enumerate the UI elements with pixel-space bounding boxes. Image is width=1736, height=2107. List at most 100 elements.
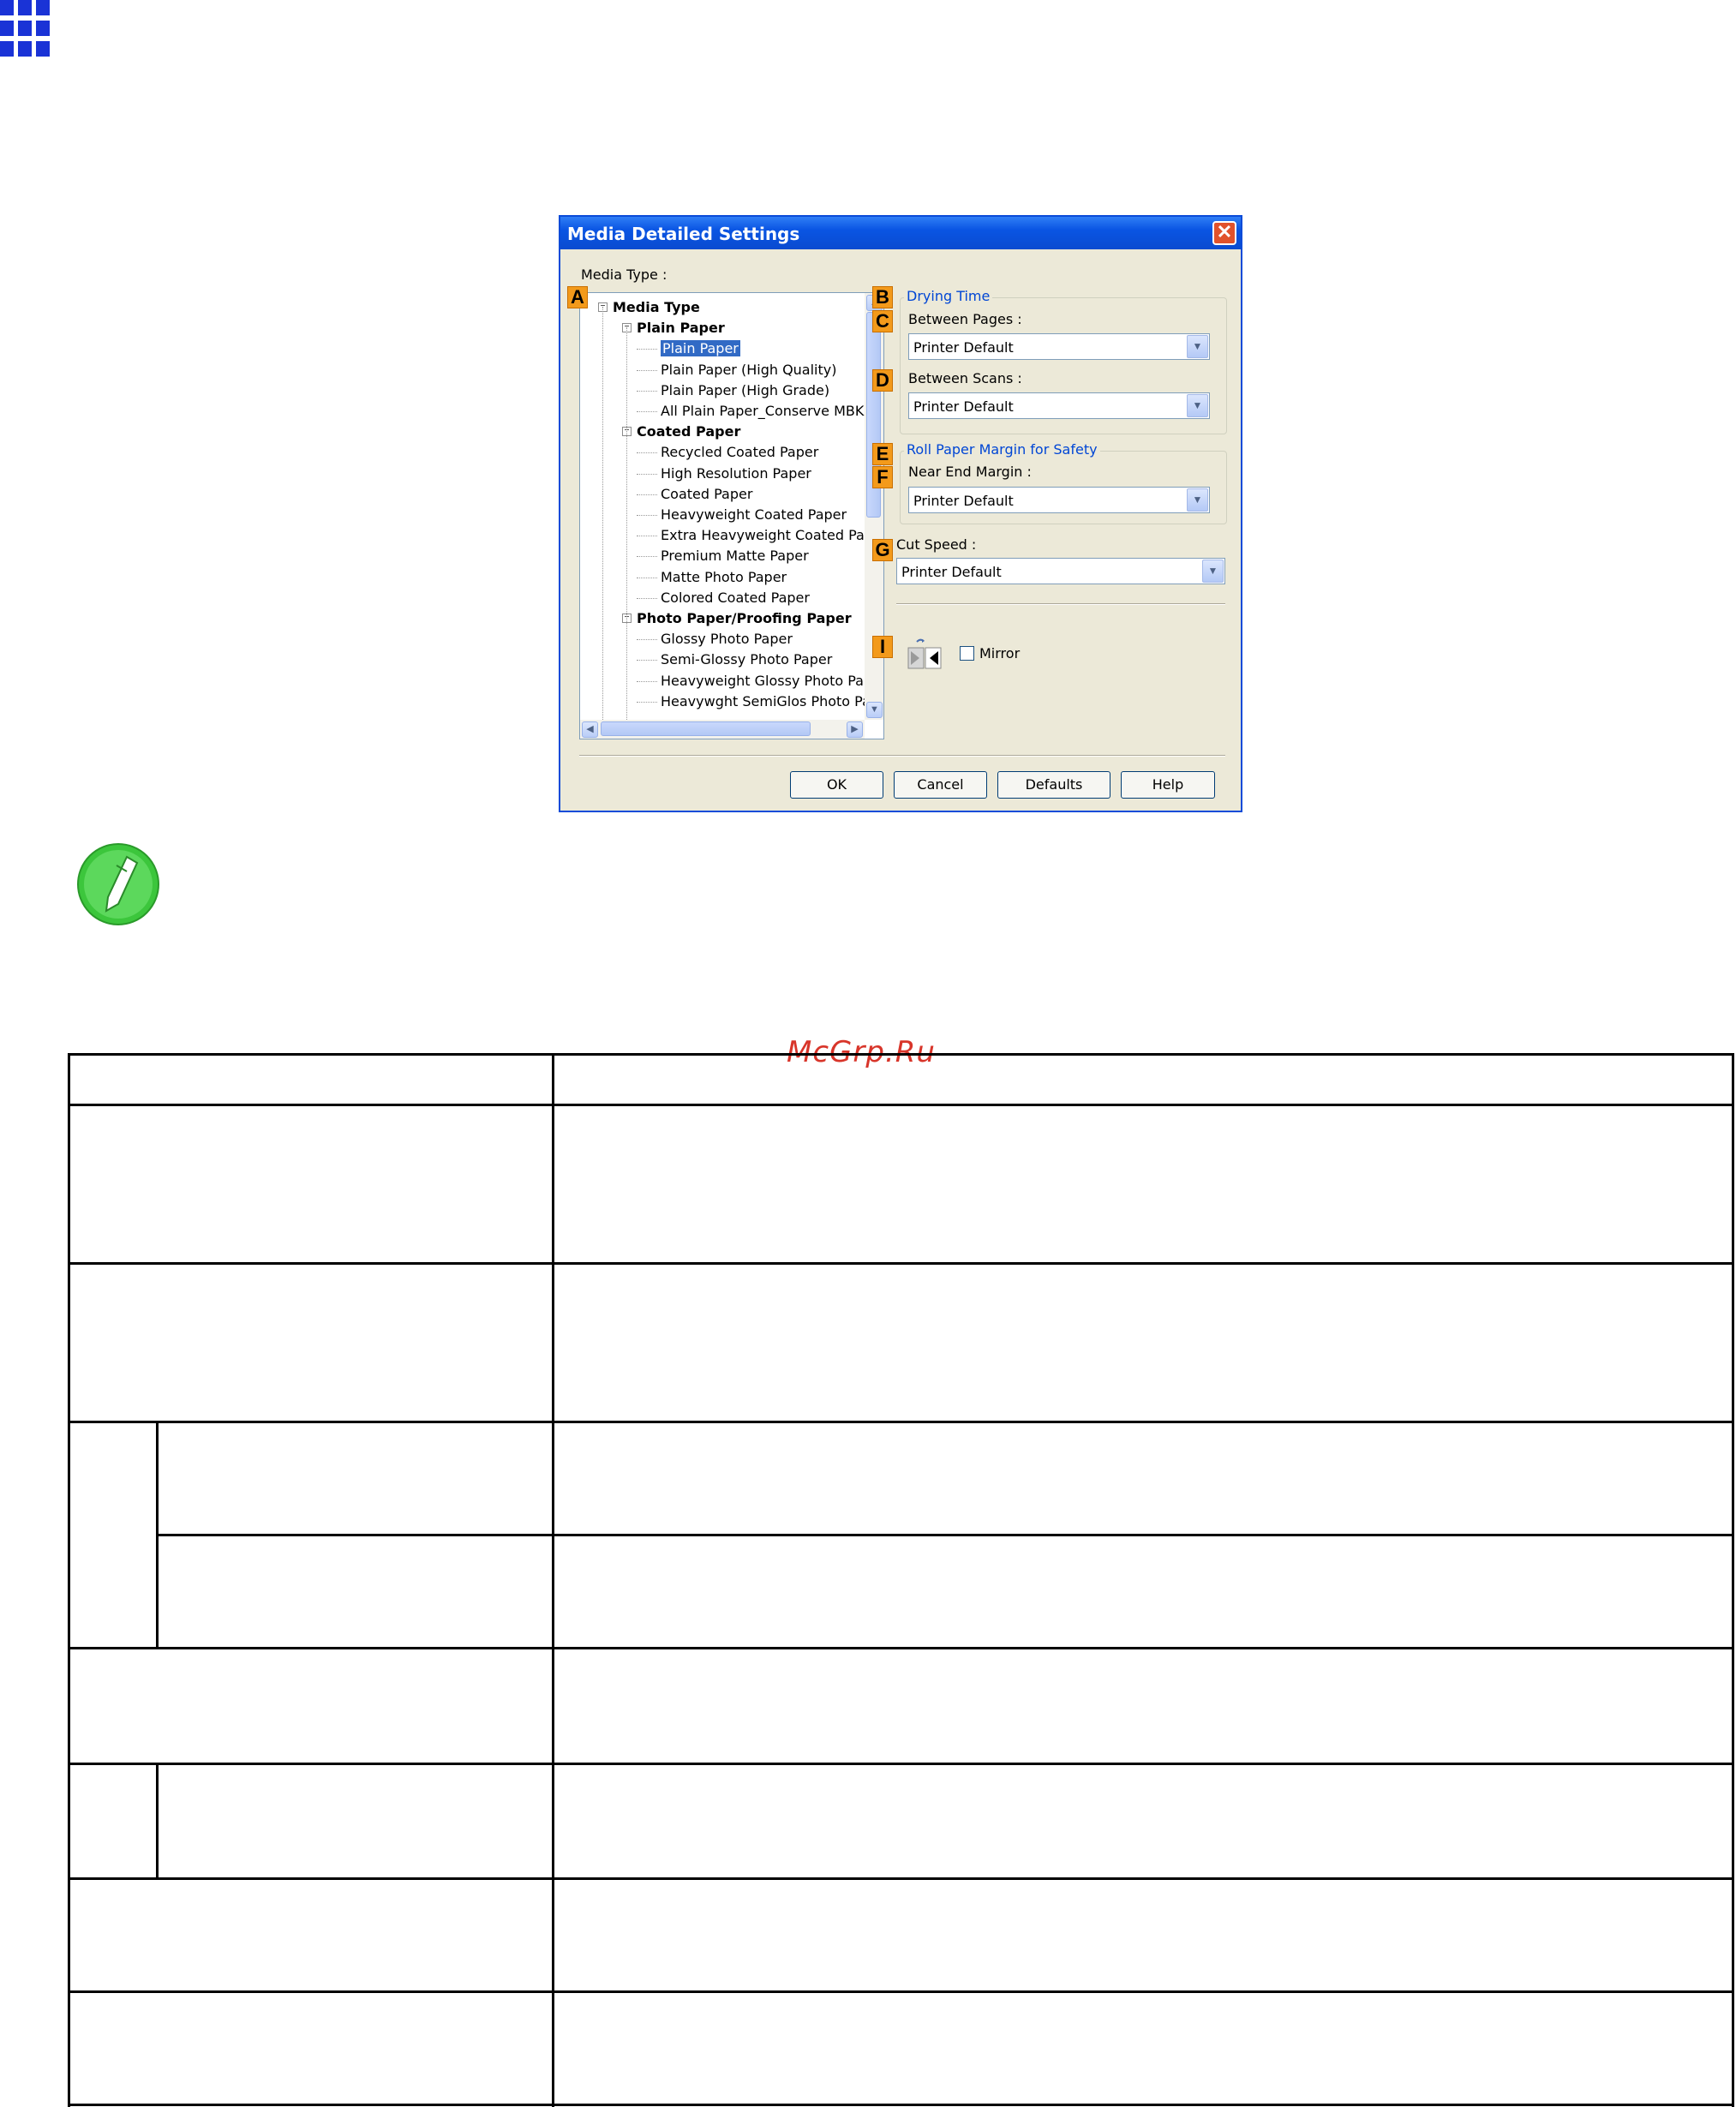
tree-item[interactable]: Photo Paper/Proofing Paper: [637, 610, 852, 626]
tree-connector: [637, 701, 657, 703]
dialog-title: Media Detailed Settings: [567, 224, 800, 244]
tree-connector: [626, 327, 627, 739]
table-row-divider: [68, 1104, 1734, 1106]
table-row-divider: [68, 1877, 1734, 1880]
tree-item[interactable]: Extra Heavyweight Coated Pape: [661, 527, 882, 543]
table-row-divider: [68, 1053, 1734, 1056]
tree-item[interactable]: All Plain Paper_Conserve MBK: [661, 403, 864, 419]
chevron-down-icon[interactable]: ▼: [1187, 394, 1208, 417]
media-type-tree[interactable]: − Media Type − Plain Paper Plain Paper Plain …: [579, 292, 884, 739]
tree-connector: [637, 597, 657, 599]
tree-connector: [637, 390, 657, 392]
tree-item[interactable]: Plain Paper (High Grade): [661, 382, 829, 398]
chevron-down-icon[interactable]: ▼: [1202, 560, 1224, 583]
mirror-icon: [907, 638, 942, 669]
tree-connector: [637, 452, 657, 454]
table-row-divider: [68, 1763, 1734, 1765]
tree-connector: [637, 515, 657, 516]
badge-d: D: [872, 369, 893, 392]
tree-connector: [637, 411, 657, 412]
table-row-divider: [156, 1534, 1734, 1536]
separator: [579, 755, 1225, 757]
between-pages-label: Between Pages :: [908, 311, 1022, 327]
table-row-divider: [68, 2104, 1734, 2106]
close-icon: ✕: [1216, 221, 1233, 242]
between-pages-value: Printer Default: [913, 339, 1014, 356]
near-end-margin-value: Printer Default: [913, 493, 1014, 509]
tree-horizontal-thumb[interactable]: [601, 721, 811, 736]
tree-connector: [637, 494, 657, 495]
badge-f: F: [872, 466, 893, 488]
cut-speed-value: Printer Default: [901, 564, 1002, 580]
chevron-down-icon[interactable]: ▼: [1187, 488, 1208, 512]
note-pencil-icon: [77, 843, 159, 925]
tree-connector: [637, 349, 657, 350]
tree-connector: [637, 680, 657, 682]
tree-item[interactable]: Coated Paper: [661, 486, 752, 502]
near-end-margin-label: Near End Margin :: [908, 464, 1032, 480]
ok-button[interactable]: OK: [790, 771, 883, 799]
tree-item[interactable]: Colored Coated Paper: [661, 590, 810, 606]
tree-item[interactable]: Plain Paper: [661, 340, 740, 357]
between-scans-select[interactable]: Printer Default ▼: [908, 392, 1210, 419]
tree-connector: [637, 639, 657, 641]
media-type-label: Media Type :: [581, 266, 667, 283]
tree-item[interactable]: Recycled Coated Paper: [661, 444, 818, 460]
between-pages-select[interactable]: Printer Default ▼: [908, 333, 1210, 360]
tree-item[interactable]: Glossy Photo Paper: [661, 631, 793, 647]
badge-b: B: [872, 286, 893, 308]
tree-connector: [637, 556, 657, 558]
table-column-divider: [552, 1053, 554, 2107]
table-row-divider: [68, 1647, 1734, 1649]
tree-item[interactable]: High Resolution Paper: [661, 465, 811, 482]
tree-connector: [637, 473, 657, 475]
tree-item[interactable]: Heavyweight Coated Paper: [661, 506, 847, 523]
tree-item[interactable]: Coated Paper: [637, 423, 740, 440]
badge-g: G: [872, 539, 893, 561]
tree-item[interactable]: Matte Photo Paper: [661, 569, 787, 585]
tree-item[interactable]: Media Type: [613, 299, 700, 315]
scroll-down-icon[interactable]: ▼: [866, 702, 883, 718]
media-detailed-settings-dialog: Media Detailed Settings ✕ Media Type : −…: [559, 215, 1242, 812]
roll-margin-title: Roll Paper Margin for Safety: [904, 441, 1100, 458]
tree-horizontal-scrollbar[interactable]: ◀ ▶: [580, 720, 865, 739]
table-row-divider: [68, 1262, 1734, 1265]
tree-item[interactable]: Plain Paper: [637, 320, 725, 336]
cut-speed-select[interactable]: Printer Default ▼: [896, 558, 1225, 584]
cut-speed-label: Cut Speed :: [896, 536, 977, 553]
watermark: McGrp.Ru: [787, 1035, 936, 1069]
table-subcolumn-divider: [156, 1763, 159, 1877]
scroll-left-icon[interactable]: ◀: [582, 721, 598, 738]
tree-item[interactable]: Heavyweight Glossy Photo Pape: [661, 673, 881, 689]
drying-time-title: Drying Time: [904, 288, 993, 304]
badge-a: A: [567, 286, 588, 308]
close-button[interactable]: ✕: [1212, 221, 1236, 245]
defaults-button[interactable]: Defaults: [997, 771, 1110, 799]
near-end-margin-select[interactable]: Printer Default ▼: [908, 487, 1210, 513]
table-row-divider: [68, 1990, 1734, 1993]
chevron-down-icon[interactable]: ▼: [1187, 335, 1208, 358]
between-scans-value: Printer Default: [913, 398, 1014, 415]
badge-i: I: [872, 636, 893, 658]
grid-icon: [0, 0, 50, 57]
tree-connector: [637, 369, 657, 371]
mirror-checkbox[interactable]: [960, 646, 974, 661]
dialog-titlebar: Media Detailed Settings ✕: [560, 217, 1241, 249]
mirror-label: Mirror: [979, 645, 1021, 661]
table-row-divider: [68, 1421, 1734, 1423]
table-border: [1732, 1053, 1734, 2107]
scroll-right-icon[interactable]: ▶: [847, 721, 863, 738]
cancel-button[interactable]: Cancel: [894, 771, 987, 799]
badge-c: C: [872, 310, 893, 332]
help-button[interactable]: Help: [1121, 771, 1215, 799]
tree-item[interactable]: Plain Paper (High Quality): [661, 362, 836, 378]
tree-item[interactable]: Semi-Glossy Photo Paper: [661, 651, 832, 667]
tree-connector: [637, 660, 657, 661]
separator: [896, 603, 1225, 605]
tree-item[interactable]: Heavywght SemiGlos Photo Pap: [661, 693, 879, 709]
between-scans-label: Between Scans :: [908, 370, 1022, 386]
tree-item[interactable]: Premium Matte Paper: [661, 548, 809, 564]
table-border: [68, 1053, 70, 2107]
tree-connector: [602, 307, 603, 735]
badge-e: E: [872, 443, 893, 465]
